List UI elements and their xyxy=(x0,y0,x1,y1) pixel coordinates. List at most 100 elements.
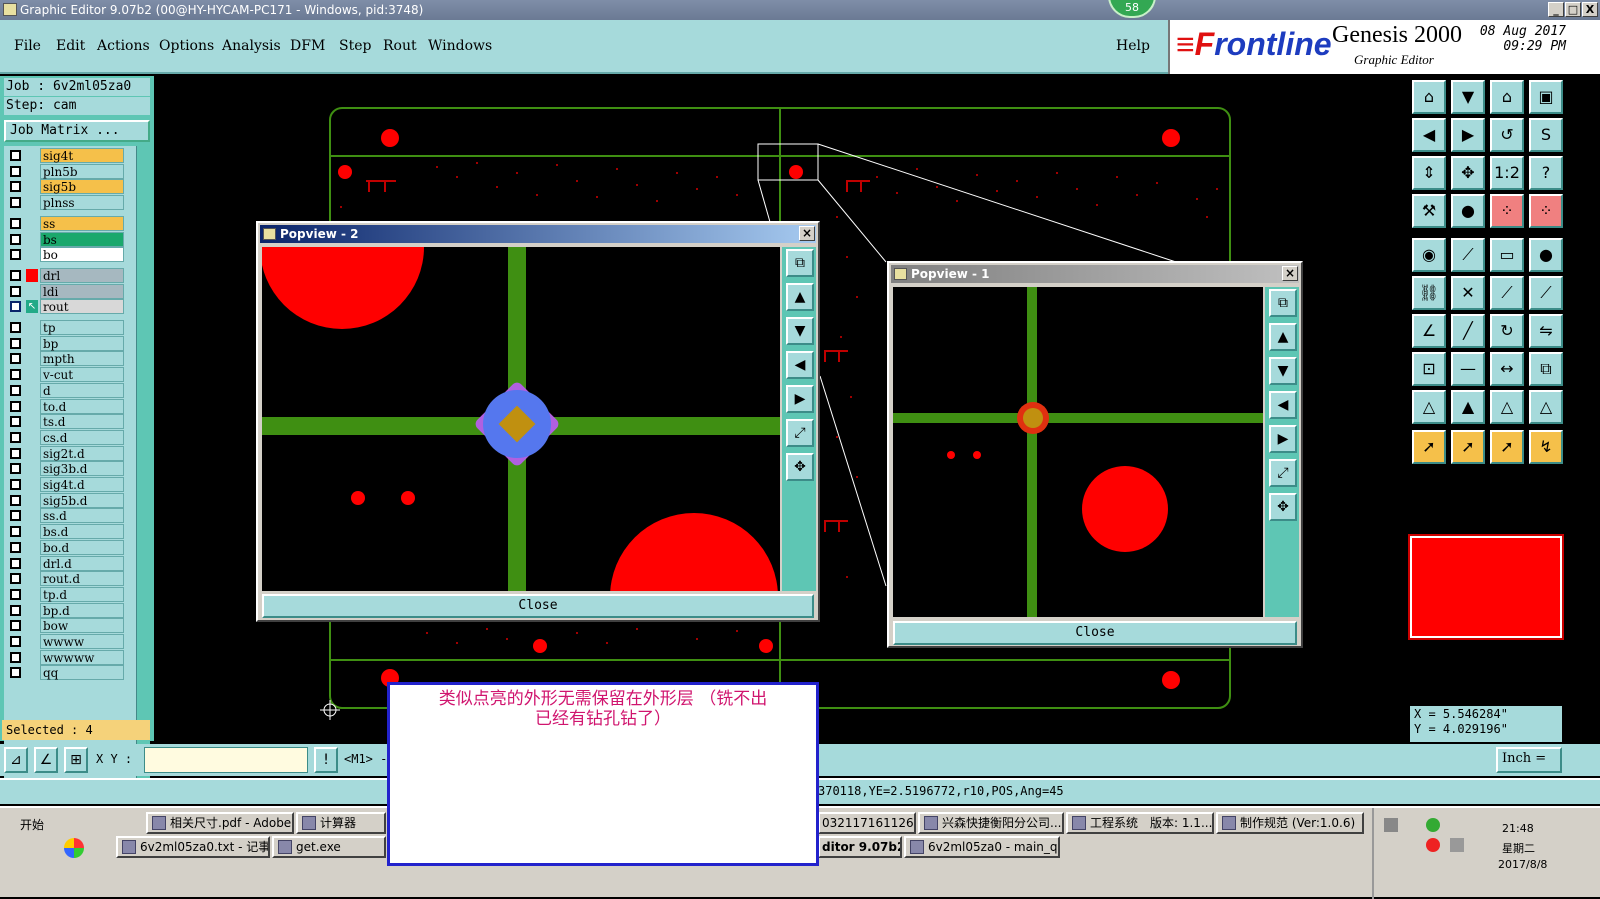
layer-row[interactable]: bp xyxy=(6,335,126,351)
scale-icon[interactable]: 1:2 xyxy=(1490,156,1524,190)
layer-name[interactable]: mpth xyxy=(40,351,124,367)
layer-checkbox[interactable] xyxy=(10,249,21,261)
layer-checkbox[interactable] xyxy=(10,416,21,428)
layer-checkbox[interactable] xyxy=(10,150,21,161)
layer-name[interactable]: rout.d xyxy=(40,571,124,587)
layer-checkbox[interactable] xyxy=(10,494,21,506)
pan-right-icon[interactable]: ▶ xyxy=(1269,425,1297,453)
layer-row[interactable]: wwwww xyxy=(6,649,126,665)
connect-icon[interactable]: ⛓ xyxy=(1412,276,1446,310)
layer-name[interactable]: drl.d xyxy=(40,555,124,571)
task-file[interactable]: 0321171611265.... xyxy=(818,812,916,834)
layer-name[interactable]: sig3b.d xyxy=(40,461,124,477)
layer-row[interactable]: bs xyxy=(6,231,126,247)
layer-checkbox[interactable] xyxy=(10,181,21,193)
layer-checkbox[interactable] xyxy=(10,285,21,297)
layer-checkbox[interactable] xyxy=(10,573,21,585)
layer-checkbox[interactable] xyxy=(10,369,21,381)
layer-name[interactable]: sig2t.d xyxy=(40,445,124,461)
layer-checkbox[interactable] xyxy=(10,526,21,538)
layer-name[interactable]: d xyxy=(40,382,124,398)
menu-analysis[interactable]: Analysis xyxy=(222,38,281,54)
minimize-button[interactable]: _ xyxy=(1548,2,1564,17)
layer-checkbox[interactable] xyxy=(10,301,21,313)
layer-name[interactable]: tp.d xyxy=(40,586,124,602)
select-icon[interactable]: ⁘ xyxy=(1490,194,1524,228)
layer-name[interactable]: wwwww xyxy=(40,649,124,665)
maximize-button[interactable]: □ xyxy=(1565,2,1581,17)
layer-name[interactable]: sig4t.d xyxy=(40,477,124,492)
copy-icon[interactable]: ⧉ xyxy=(1529,352,1563,386)
unit-select[interactable]: Inch = xyxy=(1496,747,1562,773)
angle-icon[interactable]: ∠ xyxy=(34,747,58,773)
layer-row[interactable]: bs.d xyxy=(6,524,126,540)
pan-left-icon[interactable]: ◀ xyxy=(1412,118,1446,152)
task-spec[interactable]: 制作规范 (Ver:1.0.6) xyxy=(1216,812,1364,834)
layer-name[interactable]: sig5b.d xyxy=(40,492,124,508)
probe-icon[interactable]: ● xyxy=(1451,194,1485,228)
zoom-out-icon[interactable]: ✥ xyxy=(786,453,814,481)
volume-icon[interactable] xyxy=(1450,838,1464,852)
layer-name[interactable]: ldi xyxy=(40,283,124,299)
layer-row[interactable]: sig4t xyxy=(6,148,126,163)
layer-name[interactable]: bs xyxy=(40,231,124,247)
layer-name[interactable]: bo xyxy=(40,247,124,263)
layer-checkbox[interactable] xyxy=(10,337,21,349)
layer-name[interactable]: bow xyxy=(40,618,124,634)
menu-edit[interactable]: Edit xyxy=(56,38,85,54)
layer-name[interactable]: ss xyxy=(40,215,124,231)
layer-row[interactable]: bow xyxy=(6,618,126,634)
start-button[interactable]: 开始 xyxy=(2,814,52,836)
layer-checkbox[interactable] xyxy=(10,604,21,616)
layer-checkbox[interactable] xyxy=(10,269,21,281)
layer-name[interactable]: bo.d xyxy=(40,539,124,555)
mirror-icon[interactable]: ⇋ xyxy=(1529,314,1563,348)
task-notepad[interactable]: 6v2ml05za0.txt - 记事本 xyxy=(116,836,270,858)
layer-name[interactable]: bp.d xyxy=(40,602,124,618)
layer-checkbox[interactable] xyxy=(10,557,21,569)
task-company[interactable]: 兴森快捷衡阳分公司... xyxy=(918,812,1064,834)
redraw-icon[interactable]: ↺ xyxy=(1490,118,1524,152)
layer-row[interactable]: d xyxy=(6,382,126,398)
center-icon[interactable]: ✥ xyxy=(1451,156,1485,190)
layer-row[interactable]: cs.d xyxy=(6,429,126,445)
zoom-window-icon[interactable]: ⧉ xyxy=(786,249,814,277)
layer-name[interactable]: wwww xyxy=(40,634,124,649)
layer-row[interactable]: ldi xyxy=(6,283,126,299)
close-button[interactable]: X xyxy=(1582,2,1598,17)
minus-icon[interactable]: — xyxy=(1451,352,1485,386)
task-genesis[interactable]: ditor 9.07b2 ... xyxy=(818,836,902,858)
layer-name[interactable]: to.d xyxy=(40,398,124,414)
layer-checkbox[interactable] xyxy=(10,588,21,600)
windows-logo-icon[interactable] xyxy=(64,838,84,858)
snap-icon[interactable]: ⊿ xyxy=(4,747,28,773)
layer-row[interactable]: bo xyxy=(6,247,126,263)
ruler-icon[interactable]: ▭ xyxy=(1490,238,1524,272)
layer-row[interactable]: mpth xyxy=(6,351,126,367)
layer-row[interactable]: tp.d xyxy=(6,586,126,602)
keyboard-icon[interactable] xyxy=(1384,818,1398,832)
pan-right-icon[interactable]: ▶ xyxy=(1451,118,1485,152)
layer-row[interactable]: to.d xyxy=(6,398,126,414)
layer-name[interactable]: ts.d xyxy=(40,414,124,430)
layer-row[interactable]: sig5b xyxy=(6,179,126,195)
layer-checkbox[interactable] xyxy=(10,447,21,459)
popview-1-close-button[interactable]: Close xyxy=(893,621,1297,645)
layer-row[interactable]: bp.d xyxy=(6,602,126,618)
pointer3-icon[interactable]: ➚ xyxy=(1490,430,1524,464)
zoom-in-icon[interactable]: ⤢ xyxy=(786,419,814,447)
layer-checkbox[interactable] xyxy=(10,197,21,209)
layer-checkbox[interactable] xyxy=(10,353,21,365)
menu-help[interactable]: Help xyxy=(1116,38,1150,54)
layer-name[interactable]: sig4t xyxy=(40,148,124,163)
layer-name[interactable]: cs.d xyxy=(40,429,124,445)
zoom-home-icon[interactable]: ⌂ xyxy=(1412,80,1446,114)
menu-step[interactable]: Step xyxy=(339,38,371,54)
layer-name[interactable]: pln5b xyxy=(40,163,124,179)
menu-actions[interactable]: Actions xyxy=(97,38,150,54)
layer-row[interactable]: drl xyxy=(6,267,126,283)
pan-left-icon[interactable]: ◀ xyxy=(1269,391,1297,419)
task-pdf[interactable]: 相关尺寸.pdf - Adobe... xyxy=(146,812,294,834)
popview-2-close-button[interactable]: Close xyxy=(262,594,814,618)
layer-checkbox[interactable] xyxy=(10,651,21,663)
